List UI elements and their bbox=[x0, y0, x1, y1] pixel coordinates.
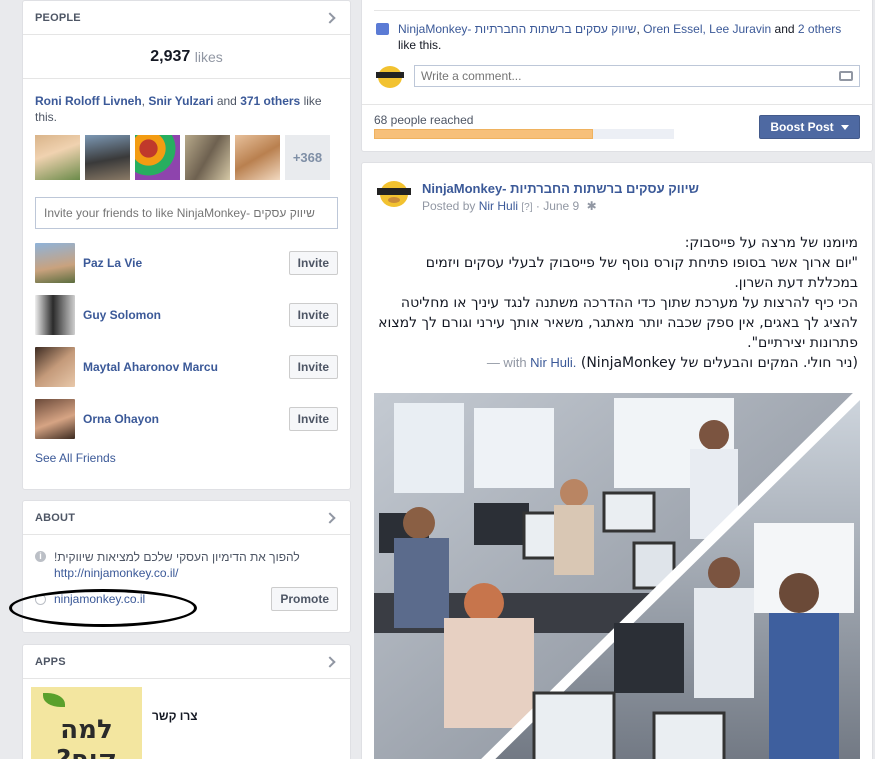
post-likes-row: NinjaMonkey- שיווק עסקים ברשתות החברתיות… bbox=[374, 10, 860, 53]
invite-button[interactable]: Invite bbox=[288, 303, 338, 327]
likers-suffix-text: like this. bbox=[398, 38, 442, 52]
info-icon: i bbox=[35, 551, 46, 562]
reach-bar-fill bbox=[374, 129, 593, 139]
friend-row: Maytal Aharonov Marcu Invite bbox=[23, 341, 350, 393]
invite-button[interactable]: Invite bbox=[288, 355, 338, 379]
friend-name[interactable]: Guy Solomon bbox=[83, 308, 289, 322]
post-line-2: "יום ארוך אשר בסופו פתיחת קורס נוסף של פ… bbox=[425, 255, 858, 291]
page-avatar[interactable] bbox=[374, 60, 406, 92]
friend-name[interactable]: Orna Ohayon bbox=[83, 412, 289, 426]
gear-icon[interactable]: ✱ bbox=[587, 199, 597, 213]
avatar[interactable] bbox=[35, 295, 75, 335]
about-url-link[interactable]: http://ninjamonkey.co.il/ bbox=[54, 566, 179, 580]
people-title: PEOPLE bbox=[35, 11, 81, 24]
post-line-1: מיומנו של מרצה על פייסבוק: bbox=[684, 235, 858, 251]
liker-page-link[interactable]: NinjaMonkey- שיווק עסקים ברשתות החברתיות bbox=[398, 22, 636, 36]
invite-button[interactable]: Invite bbox=[288, 407, 338, 431]
people-header[interactable]: PEOPLE bbox=[23, 1, 350, 35]
page-avatar[interactable] bbox=[374, 175, 414, 215]
friend-thumb-5[interactable] bbox=[235, 135, 280, 180]
friend-thumb-1[interactable] bbox=[35, 135, 80, 180]
about-title: ABOUT bbox=[35, 511, 76, 524]
like-thumb-icon bbox=[376, 23, 389, 35]
friend-thumbnails: +368 bbox=[23, 125, 350, 185]
and-text: and bbox=[216, 94, 237, 108]
promote-button[interactable]: Promote bbox=[271, 587, 338, 611]
likes-label: likes bbox=[194, 48, 223, 65]
avatar[interactable] bbox=[35, 347, 75, 387]
chevron-right-icon bbox=[324, 511, 336, 524]
post-meta: Posted by Nir Huli [?] · June 9 ✱ bbox=[422, 199, 597, 213]
with-name-link[interactable]: Nir Huli. bbox=[530, 355, 576, 370]
friend-thumb-4[interactable] bbox=[185, 135, 230, 180]
friend-like-link-2[interactable]: Snir Yulzari bbox=[148, 94, 213, 108]
post-card: NinjaMonkey- שיווק עסקים ברשתות החברתיות… bbox=[361, 162, 873, 759]
boost-label: Boost Post bbox=[770, 120, 834, 134]
invite-button[interactable]: Invite bbox=[288, 251, 338, 275]
boost-post-button[interactable]: Boost Post bbox=[759, 115, 860, 139]
app-icon[interactable]: למה קוף? bbox=[31, 687, 142, 759]
friend-row: Paz La Vie Invite bbox=[23, 237, 350, 289]
friend-name[interactable]: Maytal Aharonov Marcu bbox=[83, 360, 289, 374]
friend-thumb-3[interactable] bbox=[135, 135, 180, 180]
post-photo-graphic bbox=[374, 393, 860, 759]
app-icon-text: למה קוף? bbox=[56, 715, 117, 759]
avatar[interactable] bbox=[35, 243, 75, 283]
post-page-name[interactable]: NinjaMonkey- שיווק עסקים ברשתות החברתיות bbox=[422, 181, 699, 196]
see-all-friends-link[interactable]: See All Friends bbox=[35, 451, 116, 465]
chevron-right-icon bbox=[324, 655, 336, 668]
friends-like-text: Roni Roloff Livneh, Snir Yulzari and 371… bbox=[35, 94, 322, 124]
others-link[interactable]: 371 others bbox=[240, 94, 300, 108]
highlight-ellipse bbox=[9, 589, 197, 627]
likers-and-text: and bbox=[774, 22, 795, 36]
with-label: — with bbox=[486, 355, 527, 370]
friend-row: Guy Solomon Invite bbox=[23, 289, 350, 341]
invite-friends-input[interactable] bbox=[35, 197, 338, 229]
post-date-link[interactable]: June 9 bbox=[543, 199, 579, 213]
reach-bar-track bbox=[374, 129, 674, 139]
likes-count: 2,937 bbox=[150, 47, 191, 65]
leaf-icon bbox=[43, 693, 65, 707]
post-body: מיומנו של מרצה על פייסבוק: "יום ארוך אשר… bbox=[374, 233, 858, 373]
avatar[interactable] bbox=[35, 399, 75, 439]
about-header[interactable]: ABOUT bbox=[23, 501, 350, 535]
friend-thumb-2[interactable] bbox=[85, 135, 130, 180]
reach-section: 68 people reached Boost Post bbox=[362, 104, 872, 151]
apps-header[interactable]: APPS bbox=[23, 645, 350, 679]
more-friends-tile[interactable]: +368 bbox=[285, 135, 330, 180]
chevron-right-icon bbox=[324, 11, 336, 24]
likers-link[interactable]: Oren Essel, Lee Juravin bbox=[643, 22, 771, 36]
comment-row bbox=[374, 60, 860, 92]
friend-name[interactable]: Paz La Vie bbox=[83, 256, 289, 270]
post-line-4: (ניר חולי. המקים והבעלים של NinjaMonkey)… bbox=[374, 353, 858, 373]
previous-post-card: NinjaMonkey- שיווק עסקים ברשתות החברתיות… bbox=[361, 0, 873, 152]
likers-others-link[interactable]: 2 others bbox=[798, 22, 841, 36]
about-description: להפוך את הדימיון העסקי שלכם למציאות שיוו… bbox=[54, 550, 300, 564]
likes-summary: 2,937 likes bbox=[23, 35, 350, 79]
friend-row: Orna Ohayon Invite bbox=[23, 393, 350, 445]
post-header: NinjaMonkey- שיווק עסקים ברשתות החברתיות… bbox=[374, 175, 860, 215]
people-card: PEOPLE 2,937 likes Roni Roloff Livneh, S… bbox=[22, 0, 351, 490]
apps-card: APPS למה קוף? צרו קשר bbox=[22, 644, 351, 759]
apps-title: APPS bbox=[35, 655, 66, 668]
camera-icon[interactable] bbox=[839, 71, 853, 81]
meta-tag: [?] bbox=[521, 202, 533, 213]
post-line-3: הכי כיף להרצות על מערכת שתוך כדי ההדרכה … bbox=[378, 295, 858, 351]
post-line-4-text: (ניר חולי. המקים והבעלים של NinjaMonkey) bbox=[580, 355, 858, 371]
posted-by-label: Posted by bbox=[422, 199, 476, 213]
friend-list: Paz La Vie Invite Guy Solomon Invite May… bbox=[23, 237, 350, 445]
app-name[interactable]: צרו קשר bbox=[152, 709, 198, 723]
friend-like-link-1[interactable]: Roni Roloff Livneh bbox=[35, 94, 142, 108]
post-photo[interactable] bbox=[374, 393, 860, 759]
comment-input[interactable] bbox=[421, 69, 839, 83]
author-link[interactable]: Nir Huli bbox=[479, 199, 518, 213]
caret-down-icon bbox=[841, 125, 849, 131]
